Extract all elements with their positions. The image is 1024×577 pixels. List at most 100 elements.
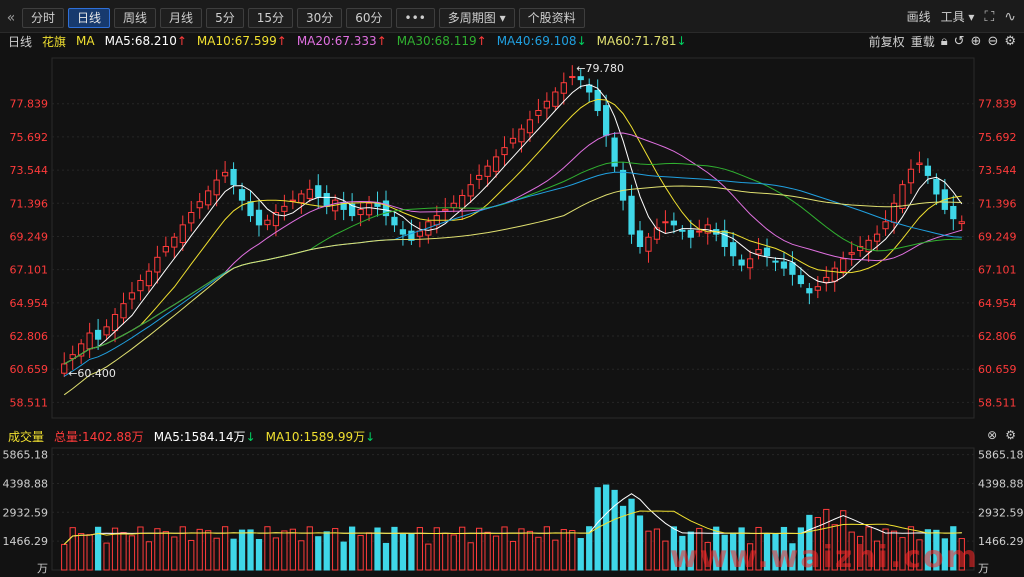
tab-period-0[interactable]: 分时: [22, 8, 65, 28]
candle-body: [323, 193, 330, 207]
volume-bar: [653, 528, 661, 571]
volume-tick-left: 1466.29: [3, 535, 49, 548]
period-label: 日线: [8, 34, 33, 49]
candle-body: [188, 212, 195, 224]
candlestick-chart[interactable]: 77.839 77.839 75.692 75.692 73.544 73.544 71.3…: [0, 50, 1024, 426]
stock-info-button[interactable]: 个股资料: [518, 8, 585, 28]
up-arrow-icon: ↑: [176, 34, 187, 48]
candle-body: [907, 168, 915, 184]
down-arrow-icon: ↓: [576, 34, 587, 48]
volume-bar: [213, 537, 220, 571]
ma-value-3: MA30:68.119↑: [396, 34, 487, 48]
volume-bar: [509, 540, 517, 571]
candle-body: [103, 326, 110, 336]
volume-bar: [86, 534, 93, 571]
candle-body: [933, 178, 940, 195]
lock-icon[interactable]: 🔒︎: [941, 34, 948, 49]
price-tick-left: 62.806: [10, 330, 49, 343]
candle-body: [61, 363, 68, 374]
volume-ma5-value: MA5:1584.14万: [153, 429, 246, 444]
tab-period-3[interactable]: 月线: [160, 8, 203, 28]
candle-body: [746, 258, 754, 269]
price-tick-right: 62.806: [978, 330, 1017, 343]
volume-bar: [425, 543, 432, 571]
candle-body: [882, 221, 889, 230]
close-icon[interactable]: ⊗: [987, 428, 997, 442]
tab-period-2[interactable]: 周线: [114, 8, 157, 28]
chart-toolbar: « 分时 日线 周线 月线 5分 15分 30分 60分 ••• 多周期图 ▾ 个股资料 画线 工具…: [0, 0, 1024, 33]
candle-body: [848, 252, 855, 255]
reload-button[interactable]: 重载: [911, 33, 935, 50]
candle-body: [603, 105, 610, 136]
candle-body: [636, 230, 644, 247]
multi-period-dropdown[interactable]: 多周期图 ▾: [438, 8, 515, 28]
ma-bar-controls: 前复权 重载 🔒︎ ↺ ⊕ ⊖ ⚙: [869, 32, 1016, 50]
volume-indicator-bar: 成交量 总量:1402.88万 MA5:1584.14万↓ MA10:1589.…: [0, 428, 1024, 444]
draw-line-button[interactable]: 画线: [907, 8, 931, 25]
volume-bar: [560, 529, 567, 571]
candle-body: [899, 184, 906, 210]
settings-icon[interactable]: ⚙: [1005, 428, 1016, 442]
volume-ma10-value: MA10:1589.99万: [265, 429, 366, 444]
up-arrow-icon: ↑: [476, 34, 487, 48]
candle-body: [730, 242, 737, 257]
tab-period-4[interactable]: 5分: [206, 8, 244, 28]
candle-body: [789, 262, 796, 275]
candle-body: [670, 220, 678, 226]
tab-period-5[interactable]: 15分: [247, 8, 293, 28]
tools-dropdown[interactable]: 工具 ▾: [941, 8, 975, 25]
chevron-double-left-icon[interactable]: «: [4, 10, 18, 26]
fullscreen-icon[interactable]: ⛶: [984, 9, 994, 25]
candle-body: [535, 110, 542, 116]
volume-bar: [78, 533, 85, 571]
volume-bar: [662, 540, 669, 571]
candle-body: [264, 219, 271, 226]
volume-bar: [365, 532, 373, 571]
price-tick-left: 67.101: [10, 264, 49, 277]
volume-bar: [416, 527, 423, 571]
candle-body: [806, 288, 813, 294]
ma-value-5: MA60:71.781↓: [596, 34, 687, 48]
adjust-button[interactable]: 前复权: [869, 33, 905, 50]
candle-body: [916, 162, 923, 165]
volume-label[interactable]: 成交量: [8, 428, 44, 445]
tab-period-6[interactable]: 30分: [296, 8, 343, 28]
candle-body: [306, 188, 313, 199]
volume-bar: [382, 542, 390, 571]
candle-body: [662, 221, 669, 224]
volume-bar: [484, 531, 491, 571]
volume-tick-right: 4398.88: [978, 477, 1024, 490]
tab-period-1[interactable]: 日线: [68, 8, 111, 28]
zoom-out-icon[interactable]: ⊖: [987, 34, 998, 49]
tab-period-7[interactable]: 60分: [346, 8, 392, 28]
candle-body: [501, 147, 508, 156]
candle-body: [128, 292, 136, 300]
volume-bar: [399, 533, 407, 571]
ma5-line: [63, 84, 963, 365]
candle-body: [399, 229, 407, 235]
more-button[interactable]: •••: [395, 8, 435, 28]
undo-icon[interactable]: ↺: [954, 34, 965, 49]
candle-body: [179, 224, 186, 243]
indicator-name[interactable]: MA: [76, 34, 95, 48]
zoom-in-icon[interactable]: ⊕: [971, 34, 982, 49]
candle-body: [763, 247, 771, 257]
tools-label: 工具: [940, 10, 965, 24]
volume-bar: [645, 530, 652, 571]
wave-icon[interactable]: ∿: [1004, 9, 1016, 25]
volume-bar: [442, 532, 449, 571]
candle-body: [247, 201, 254, 217]
candle-body: [281, 205, 288, 212]
settings-icon[interactable]: ⚙: [1004, 34, 1016, 49]
volume-bar: [526, 530, 534, 571]
volume-bar: [281, 530, 288, 571]
candle-body: [797, 275, 805, 285]
candle-body: [205, 190, 212, 206]
price-tick-right: 75.692: [978, 131, 1017, 144]
volume-bar: [128, 535, 136, 571]
volume-tick-right: 1466.29: [978, 535, 1024, 548]
down-arrow-icon: ↓: [245, 429, 256, 444]
volume-bar: [298, 540, 305, 571]
volume-bar: [315, 536, 322, 571]
volume-ma5: MA5:1584.14万↓: [154, 428, 256, 445]
